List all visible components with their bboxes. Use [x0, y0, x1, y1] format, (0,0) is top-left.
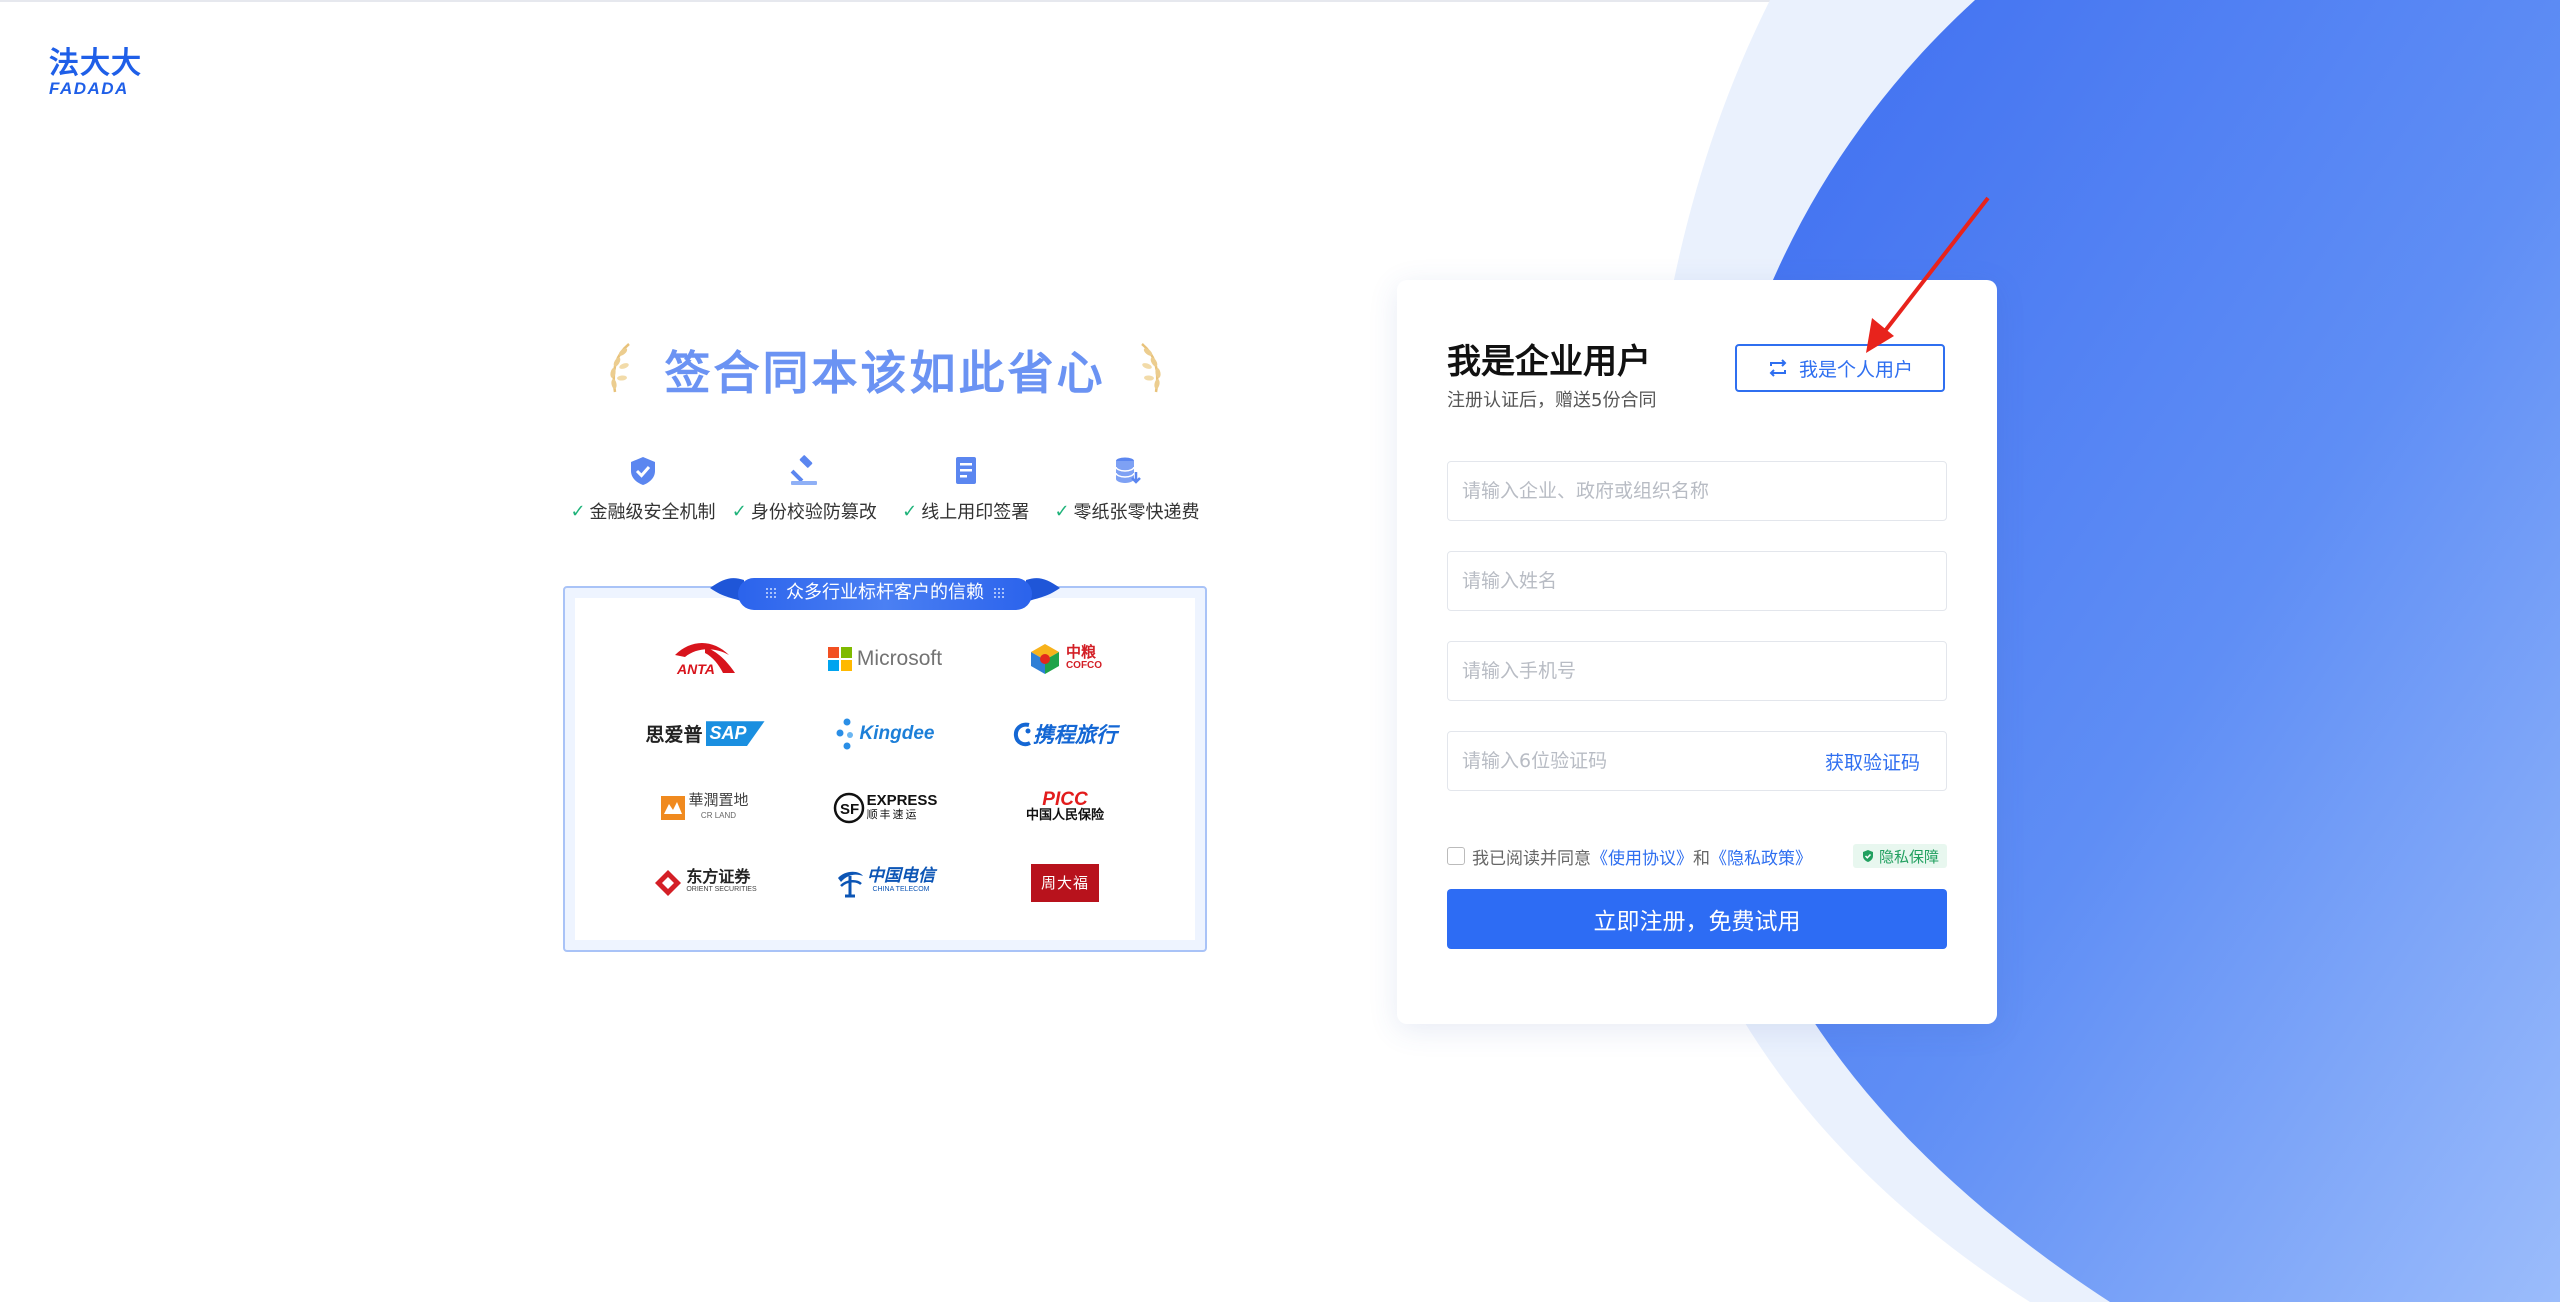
shield-icon	[631, 457, 655, 485]
fadada-logo[interactable]: 法大大 FADADA	[49, 48, 142, 98]
cofco-logo-icon	[1030, 644, 1059, 675]
company-input[interactable]	[1448, 462, 1946, 520]
privacy-badge-label: 隐私保障	[1878, 847, 1939, 866]
feature-label: 金融级安全机制	[589, 502, 716, 523]
privacy-badge: 隐私保障	[1852, 844, 1947, 868]
register-submit-label: 立即注册，免费试用	[1593, 909, 1801, 935]
orient-logo-text: 东方证券	[686, 866, 751, 886]
crland-logo-icon	[661, 796, 686, 821]
chowtaifook-logo-text: 周大福	[1040, 874, 1089, 893]
shield-check-icon	[1862, 850, 1873, 862]
client-logo-chowtaifook: 周大福	[975, 846, 1155, 921]
client-logo-box: 众多行业标杆客户的信赖 ANTA Microsoft 中粮 COFCO 思爱普 …	[563, 578, 1207, 952]
card-title: 我是企业用户	[1447, 342, 1651, 382]
feature-label-row: ✓ 身份校验防篡改	[732, 498, 877, 524]
name-input[interactable]	[1448, 552, 1946, 610]
document-icon	[955, 457, 976, 484]
agree-checkbox[interactable]	[1447, 847, 1465, 865]
database-icon	[1115, 457, 1141, 484]
anta-logo-text: ANTA	[676, 661, 715, 677]
check-icon: ✓	[570, 500, 586, 522]
card-subtitle: 注册认证后，赠送5份合同	[1447, 390, 1657, 411]
picc-logo-text: PICC	[1042, 789, 1088, 811]
client-logo-anta: ANTA	[615, 622, 795, 697]
feature-label-row: ✓ 零纸张零快递费	[1054, 498, 1199, 524]
register-submit-button[interactable]: 立即注册，免费试用	[1447, 889, 1947, 949]
check-icon: ✓	[902, 500, 918, 522]
telecom-logo-sub: CHINA TELECOM	[872, 885, 930, 893]
kingdee-logo-icon	[836, 718, 853, 750]
laurel-left-icon	[609, 343, 630, 393]
orient-logo-sub: ORIENT SECURITIES	[686, 885, 757, 893]
feature-item: ✓ 线上用印签署	[886, 454, 1046, 524]
feature-item: ✓ 零纸张零快递费	[1047, 454, 1207, 524]
privacy-link[interactable]: 《隐私政策》	[1710, 844, 1812, 869]
crland-logo-text: 華潤置地	[688, 791, 749, 810]
feature-label: 零纸张零快递费	[1073, 502, 1200, 523]
code-field[interactable]: 获取验证码	[1447, 731, 1947, 791]
feature-label: 身份校验防篡改	[750, 502, 877, 523]
feature-label: 线上用印签署	[921, 502, 1030, 523]
client-logo-sf: SF EXPRESS 顺丰速运	[795, 771, 975, 846]
agree-and: 和	[1693, 848, 1710, 869]
check-icon: ✓	[731, 500, 747, 522]
svg-text:SF: SF	[840, 801, 859, 818]
client-logo-picc: PICC 中国人民保险	[975, 771, 1155, 846]
microsoft-logo-icon	[827, 647, 852, 672]
sf-logo-icon: SF	[833, 793, 864, 824]
terms-link[interactable]: 《使用协议》	[1591, 844, 1693, 869]
promo-section: 签合同本该如此省心 ✓ 金融级安全机制 ✓ 身份校验防篡改 ✓ 线上用印签署 ✓…	[555, 330, 1215, 952]
phone-field[interactable]	[1447, 641, 1947, 701]
register-card: 我是企业用户 注册认证后，赠送5份合同 我是个人用户 获取验证码 我已阅读并同意…	[1397, 280, 1997, 1024]
cofco-logo-sub: COFCO	[1065, 660, 1103, 672]
logo-cn-text: 法大大	[49, 46, 142, 81]
feature-item: ✓ 身份校验防篡改	[724, 454, 884, 524]
feature-label-row: ✓ 金融级安全机制	[570, 498, 715, 524]
client-logo-telecom: 中国电信 CHINA TELECOM	[795, 846, 975, 921]
cofco-logo-text: 中粮	[1065, 643, 1096, 662]
feature-label-row: ✓ 线上用印签署	[902, 498, 1029, 524]
name-field[interactable]	[1447, 551, 1947, 611]
client-logo-crland: 華潤置地 CR LAND	[615, 771, 795, 846]
laurel-right-icon	[1140, 343, 1161, 393]
get-code-button[interactable]: 获取验证码	[1825, 748, 1946, 775]
ctrip-logo-text: 携程旅行	[1033, 722, 1117, 747]
feature-item: ✓ 金融级安全机制	[563, 454, 723, 524]
sf-logo-sub: 顺丰速运	[866, 808, 919, 822]
sap-logo-badge: SAP	[705, 721, 765, 747]
telecom-logo-icon	[838, 871, 863, 898]
sf-logo-text: EXPRESS	[866, 792, 938, 810]
feature-list: ✓ 金融级安全机制 ✓ 身份校验防篡改 ✓ 线上用印签署 ✓ 零纸张零快递费	[555, 454, 1215, 524]
anta-logo-icon: ANTA	[675, 643, 735, 677]
code-input[interactable]	[1448, 732, 1825, 790]
agree-prefix: 我已阅读并同意	[1472, 848, 1591, 869]
client-logo-orient: 东方证券 ORIENT SECURITIES	[615, 846, 795, 921]
telecom-logo-text: 中国电信	[867, 865, 935, 886]
kingdee-logo-text: Kingdee	[859, 722, 935, 744]
client-logo-kingdee: Kingdee	[795, 697, 975, 772]
slogan-title: 签合同本该如此省心	[664, 346, 1106, 400]
crland-logo-sub: CR LAND	[700, 811, 737, 821]
phone-input[interactable]	[1448, 642, 1946, 700]
orient-logo-icon	[655, 869, 682, 896]
picc-logo-sub: 中国人民保险	[1025, 808, 1104, 824]
microsoft-logo-text: Microsoft	[856, 647, 943, 671]
background-decoration	[1640, 0, 2560, 1302]
trust-banner	[710, 578, 1060, 610]
client-logo-microsoft: Microsoft	[795, 622, 975, 697]
annotation-arrow-icon	[1866, 196, 1990, 353]
ctrip-logo-icon	[1013, 722, 1031, 746]
client-logo-ctrip: 携程旅行	[975, 697, 1155, 772]
client-logo-grid: ANTA Microsoft 中粮 COFCO 思爱普 SAP Kingdee …	[575, 598, 1195, 940]
logo-en-text: FADADA	[49, 79, 129, 98]
company-field[interactable]	[1447, 461, 1947, 521]
gavel-icon	[790, 455, 818, 485]
sap-logo-text: 思爱普	[645, 724, 703, 747]
client-logo-cofco: 中粮 COFCO	[975, 622, 1155, 697]
client-logo-sap: 思爱普 SAP	[615, 697, 795, 772]
agreement-row: 我已阅读并同意 《使用协议》 和 《隐私政策》 隐私保障	[1447, 843, 1947, 869]
check-icon: ✓	[1054, 500, 1070, 522]
switch-arrows-icon	[1769, 359, 1787, 377]
slogan-row: 签合同本该如此省心	[555, 330, 1215, 410]
